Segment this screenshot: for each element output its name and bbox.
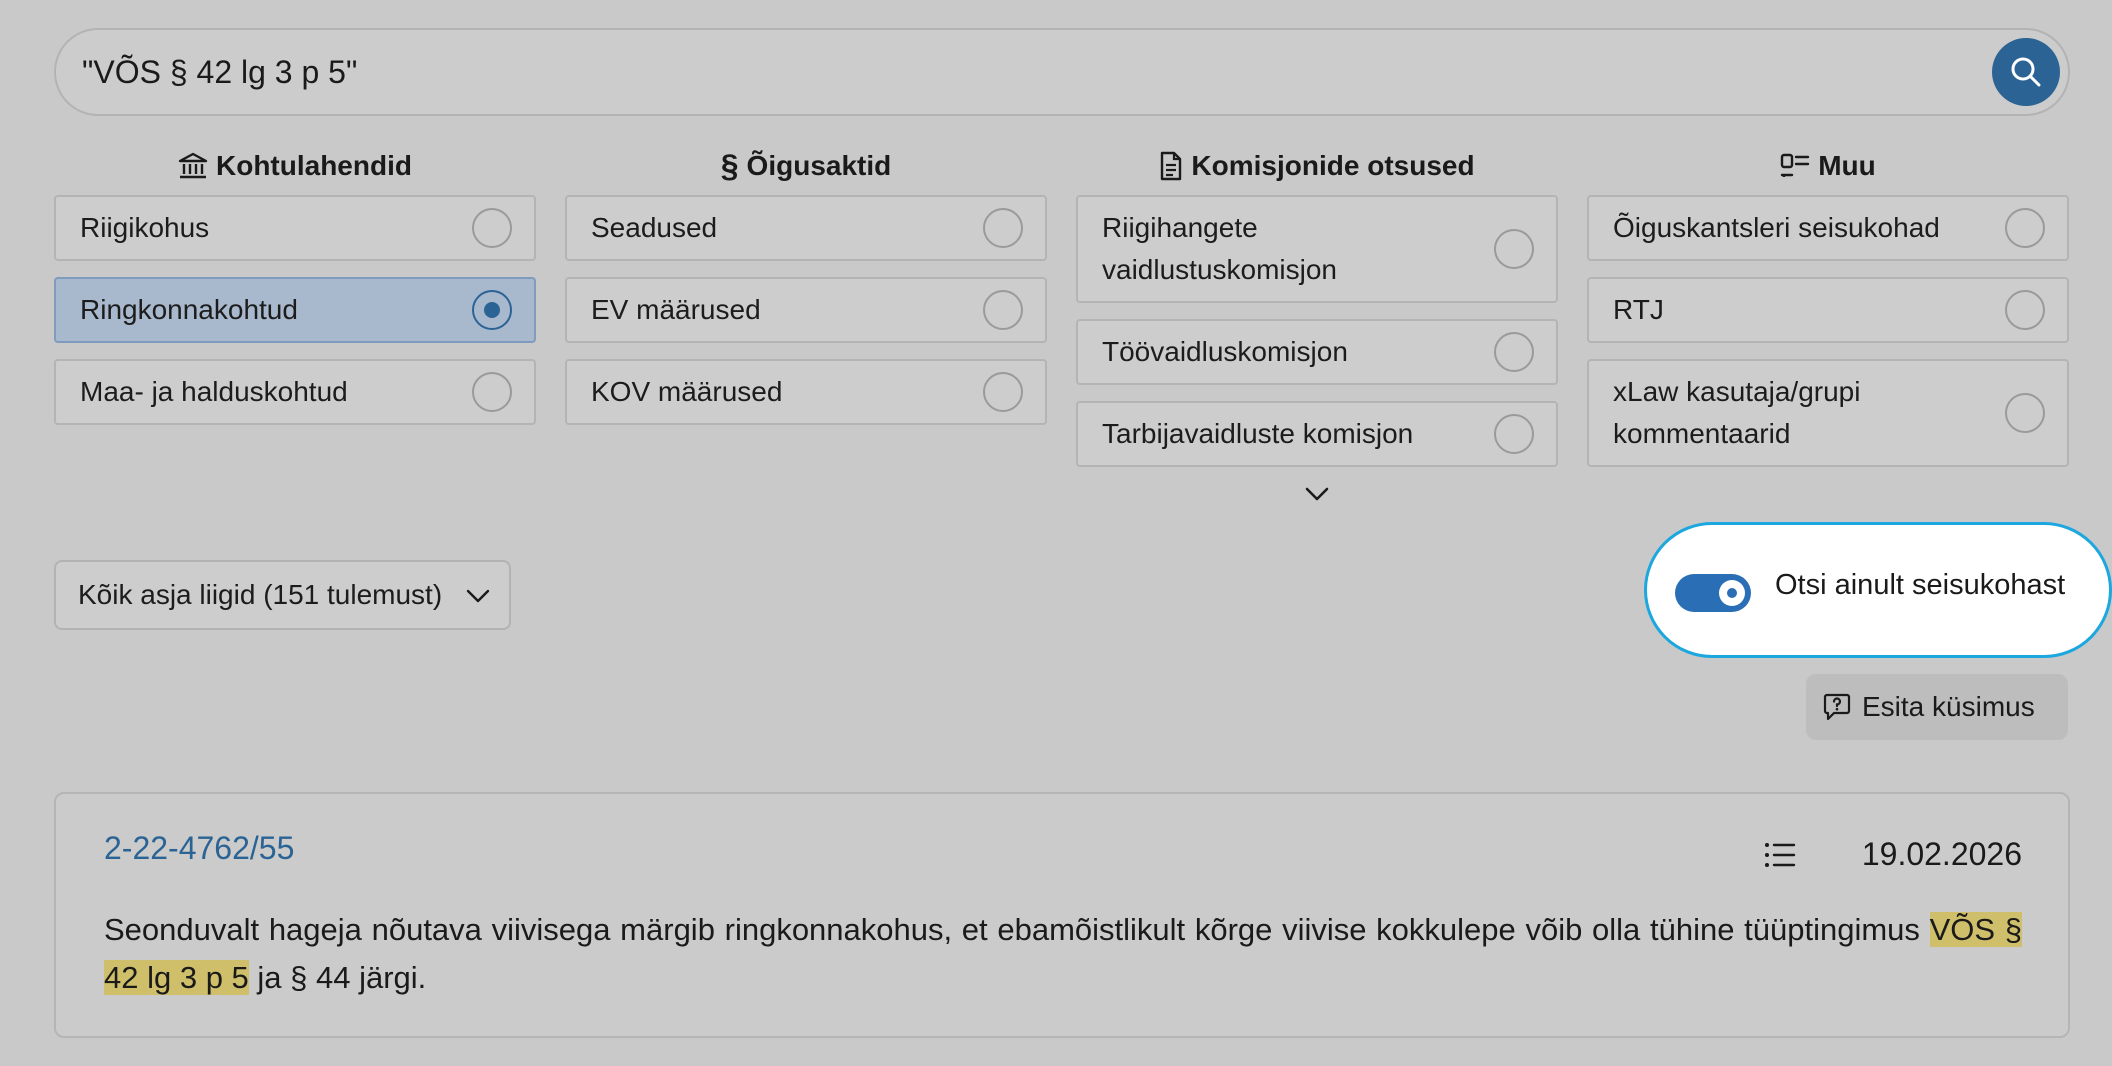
option-label: Õiguskantsleri seisukohad xyxy=(1613,212,1940,243)
search-bar xyxy=(54,28,2070,116)
option-label: Tarbijavaidluste komisjon xyxy=(1102,418,1414,449)
option-maa-ja-halduskohtud[interactable]: Maa- ja halduskohtud xyxy=(54,359,536,425)
case-number-link[interactable]: 2-22-4762/55 xyxy=(104,830,294,867)
radio-button[interactable] xyxy=(472,372,512,412)
option-label: KOV määrused xyxy=(591,376,783,407)
category-column-oigusaktid: § Õigusaktid Seadused EV määrused KOV mä… xyxy=(565,142,1047,425)
seisukoht-toggle-container: Otsi ainult seisukohast xyxy=(1644,522,2112,658)
case-type-dropdown[interactable]: Kõik asja liigid (151 tulemust) xyxy=(54,560,511,630)
search-button[interactable] xyxy=(1992,38,2060,106)
courthouse-icon xyxy=(178,152,208,179)
list-icon[interactable] xyxy=(1764,842,1796,868)
result-card: 2-22-4762/55 19.02.2026 Seonduvalt hagej… xyxy=(54,792,2070,1038)
seisukoht-toggle-switch[interactable] xyxy=(1675,574,1751,612)
search-icon xyxy=(2011,57,2041,87)
option-riigihangete-vaidlustuskomisjon[interactable]: Riigihangete vaidlustuskomisjon xyxy=(1076,195,1558,303)
option-label: Riigihangete vaidlustuskomisjon xyxy=(1102,212,1337,285)
radio-button[interactable] xyxy=(2005,208,2045,248)
radio-button[interactable] xyxy=(2005,290,2045,330)
option-oiguskantsleri-seisukohad[interactable]: Õiguskantsleri seisukohad xyxy=(1587,195,2069,261)
snippet-text: Seonduvalt hageja nõutava viivisega märg… xyxy=(104,912,1930,947)
option-label: EV määrused xyxy=(591,294,761,325)
option-tarbijavaidluste-komisjon[interactable]: Tarbijavaidluste komisjon xyxy=(1076,401,1558,467)
toggle-label: Otsi ainult seisukohast xyxy=(1775,569,2066,601)
column-header: Kohtulahendid xyxy=(54,142,536,190)
chevron-down-icon[interactable] xyxy=(1304,486,1330,502)
option-ev-maarused[interactable]: EV määrused xyxy=(565,277,1047,343)
column-title: Komisjonide otsused xyxy=(1191,150,1475,181)
chat-question-icon xyxy=(1823,693,1851,721)
radio-button[interactable] xyxy=(472,208,512,248)
option-label: xLaw kasutaja/grupi kommentaarid xyxy=(1613,376,1861,449)
radio-button[interactable] xyxy=(2005,393,2045,433)
option-label: Töövaidluskomisjon xyxy=(1102,336,1348,367)
option-label: Maa- ja halduskohtud xyxy=(80,376,348,407)
option-label: Seadused xyxy=(591,212,718,243)
layout-icon xyxy=(1781,153,1810,177)
search-input[interactable] xyxy=(82,46,1982,98)
radio-button[interactable] xyxy=(983,208,1023,248)
column-header: § Õigusaktid xyxy=(565,142,1047,190)
radio-button[interactable] xyxy=(1494,229,1534,269)
ask-question-label: Esita küsimus xyxy=(1862,691,2035,722)
option-label: RTJ xyxy=(1613,294,1664,325)
radio-button[interactable] xyxy=(983,290,1023,330)
option-ringkonnakohtud[interactable]: Ringkonnakohtud xyxy=(54,277,536,343)
chevron-down-icon xyxy=(466,589,490,603)
radio-button[interactable] xyxy=(983,372,1023,412)
category-column-muu: Muu Õiguskantsleri seisukohad RTJ xLaw k… xyxy=(1587,142,2069,467)
ask-question-button[interactable]: Esita küsimus xyxy=(1806,674,2068,740)
toggle-knob xyxy=(1719,580,1745,606)
category-column-kohtulahendid: Kohtulahendid Riigikohus Ringkonnakohtud… xyxy=(54,142,536,425)
option-seadused[interactable]: Seadused xyxy=(565,195,1047,261)
category-column-komisjonide-otsused: Komisjonide otsused Riigihangete vaidlus… xyxy=(1076,142,1558,467)
option-label: Ringkonnakohtud xyxy=(80,294,298,325)
radio-button[interactable] xyxy=(1494,332,1534,372)
column-title: Kohtulahendid xyxy=(216,150,412,181)
case-date: 19.02.2026 xyxy=(1861,836,2022,872)
radio-button[interactable] xyxy=(1494,414,1534,454)
option-xlaw-kommentaarid[interactable]: xLaw kasutaja/grupi kommentaarid xyxy=(1587,359,2069,467)
case-type-label: Kõik asja liigid (151 tulemust) xyxy=(78,579,443,610)
result-snippet: Seonduvalt hageja nõutava viivisega märg… xyxy=(104,906,2022,1002)
column-title: Õigusaktid xyxy=(746,150,892,181)
column-header: Komisjonide otsused xyxy=(1076,142,1558,190)
document-icon xyxy=(1161,151,1182,181)
section-sign-icon: § xyxy=(720,147,739,184)
column-header: Muu xyxy=(1587,142,2069,190)
option-kov-maarused[interactable]: KOV määrused xyxy=(565,359,1047,425)
radio-button-selected[interactable] xyxy=(472,290,512,330)
option-riigikohus[interactable]: Riigikohus xyxy=(54,195,536,261)
snippet-text: ja § 44 järgi. xyxy=(248,960,427,995)
option-rtj[interactable]: RTJ xyxy=(1587,277,2069,343)
column-title: Muu xyxy=(1818,150,1876,181)
option-toovaidluskomisjon[interactable]: Töövaidluskomisjon xyxy=(1076,319,1558,385)
option-label: Riigikohus xyxy=(80,212,210,243)
